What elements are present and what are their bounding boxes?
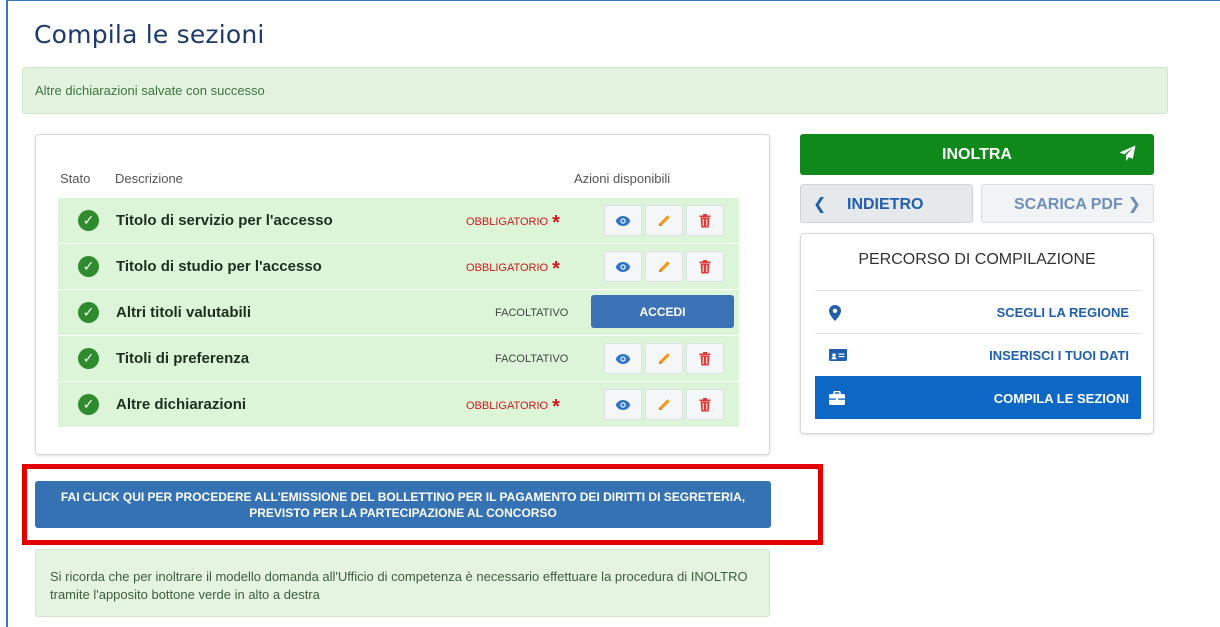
briefcase-icon xyxy=(829,391,845,405)
pencil-icon xyxy=(659,398,670,410)
trash-icon xyxy=(699,351,711,365)
step-label: COMPILA LE SEZIONI xyxy=(993,391,1129,406)
window-top-border xyxy=(6,0,1220,1)
section-description: Titolo di servizio per l'accesso xyxy=(116,212,333,229)
check-circle-icon: ✓ xyxy=(78,348,99,369)
percorso-steps: SCEGLI LA REGIONE INSERISCI I TUOI DATI … xyxy=(815,290,1141,419)
success-alert: Altre dichiarazioni salvate con successo xyxy=(22,67,1168,114)
required-star-icon: * xyxy=(552,396,560,418)
scarica-pdf-label: SCARICA PDF xyxy=(1014,196,1123,213)
paper-plane-icon xyxy=(1119,145,1136,161)
map-marker-icon xyxy=(829,305,841,321)
section-description: Altre dichiarazioni xyxy=(116,396,247,413)
section-description: Altri titoli valutabili xyxy=(116,304,252,321)
scarica-pdf-button[interactable]: SCARICA PDF ❯ xyxy=(981,184,1154,223)
id-card-icon xyxy=(829,349,847,361)
edit-button[interactable] xyxy=(645,205,683,236)
required-star-icon: * xyxy=(552,258,560,280)
delete-button[interactable] xyxy=(686,389,724,420)
table-row: ✓ Titolo di studio per l'accesso OBBLIGA… xyxy=(58,244,739,290)
step-scegli-regione[interactable]: SCEGLI LA REGIONE xyxy=(815,290,1141,333)
pencil-icon xyxy=(659,352,670,364)
inoltra-label: INOLTRA xyxy=(942,146,1012,163)
table-row: ✓ Titolo di servizio per l'accesso OBBLI… xyxy=(58,198,739,244)
eye-icon xyxy=(615,399,631,410)
section-description: Titolo di studio per l'accesso xyxy=(116,258,322,275)
page-title: Compila le sezioni xyxy=(34,20,265,49)
step-label: INSERISCI I TUOI DATI xyxy=(989,348,1129,363)
table-row: ✓ Altre dichiarazioni OBBLIGATORIO * xyxy=(58,382,739,428)
accedi-button[interactable]: ACCEDI xyxy=(591,295,734,328)
chevron-left-icon: ❮ xyxy=(813,196,827,213)
row-actions xyxy=(604,389,724,420)
sections-table: ✓ Titolo di servizio per l'accesso OBBLI… xyxy=(58,198,739,428)
info-alert: Si ricorda che per inoltrare il modello … xyxy=(35,549,770,617)
optional-label: FACOLTATIVO xyxy=(495,307,569,319)
edit-button[interactable] xyxy=(645,389,683,420)
delete-button[interactable] xyxy=(686,251,724,282)
pencil-icon xyxy=(659,260,670,272)
row-actions xyxy=(604,343,724,374)
trash-icon xyxy=(699,397,711,411)
required-label: OBBLIGATORIO * xyxy=(466,396,560,418)
table-row: ✓ Titoli di preferenza FACOLTATIVO xyxy=(58,336,739,382)
step-inserisci-dati[interactable]: INSERISCI I TUOI DATI xyxy=(815,333,1141,376)
required-label: OBBLIGATORIO * xyxy=(466,258,560,280)
check-circle-icon: ✓ xyxy=(78,256,99,277)
check-circle-icon: ✓ xyxy=(78,210,99,231)
trash-icon xyxy=(699,213,711,227)
step-compila-sezioni[interactable]: COMPILA LE SEZIONI xyxy=(815,376,1141,419)
edit-button[interactable] xyxy=(645,343,683,374)
table-row: ✓ Altri titoli valutabili FACOLTATIVO AC… xyxy=(58,290,739,336)
indietro-button[interactable]: ❮ INDIETRO xyxy=(800,184,973,223)
check-circle-icon: ✓ xyxy=(78,302,99,323)
step-label: SCEGLI LA REGIONE xyxy=(996,305,1129,320)
delete-button[interactable] xyxy=(686,343,724,374)
view-button[interactable] xyxy=(604,389,642,420)
chevron-right-icon: ❯ xyxy=(1127,196,1141,213)
view-button[interactable] xyxy=(604,343,642,374)
header-azioni: Azioni disponibili xyxy=(574,171,671,186)
sections-card: Stato Descrizione Azioni disponibili ✓ T… xyxy=(35,134,770,455)
section-description: Titoli di preferenza xyxy=(116,350,250,367)
required-label: OBBLIGATORIO * xyxy=(466,212,560,234)
row-actions xyxy=(604,205,724,236)
header-stato: Stato xyxy=(60,171,91,186)
pencil-icon xyxy=(659,214,670,226)
eye-icon xyxy=(615,215,631,226)
view-button[interactable] xyxy=(604,205,642,236)
view-button[interactable] xyxy=(604,251,642,282)
header-descrizione: Descrizione xyxy=(115,171,183,186)
percorso-title: PERCORSO DI COMPILAZIONE xyxy=(858,251,1096,268)
eye-icon xyxy=(615,261,631,272)
optional-label: FACOLTATIVO xyxy=(495,353,569,365)
eye-icon xyxy=(615,353,631,364)
required-star-icon: * xyxy=(552,212,560,234)
indietro-label: INDIETRO xyxy=(847,196,924,213)
row-actions xyxy=(604,251,724,282)
delete-button[interactable] xyxy=(686,205,724,236)
trash-icon xyxy=(699,259,711,273)
check-circle-icon: ✓ xyxy=(78,394,99,415)
bollettino-button[interactable]: FAI CLICK QUI PER PROCEDERE ALL'EMISSION… xyxy=(35,481,771,528)
edit-button[interactable] xyxy=(645,251,683,282)
window-left-border xyxy=(6,0,8,627)
inoltra-button[interactable]: INOLTRA xyxy=(800,134,1154,175)
percorso-card: PERCORSO DI COMPILAZIONE SCEGLI LA REGIO… xyxy=(800,233,1154,434)
